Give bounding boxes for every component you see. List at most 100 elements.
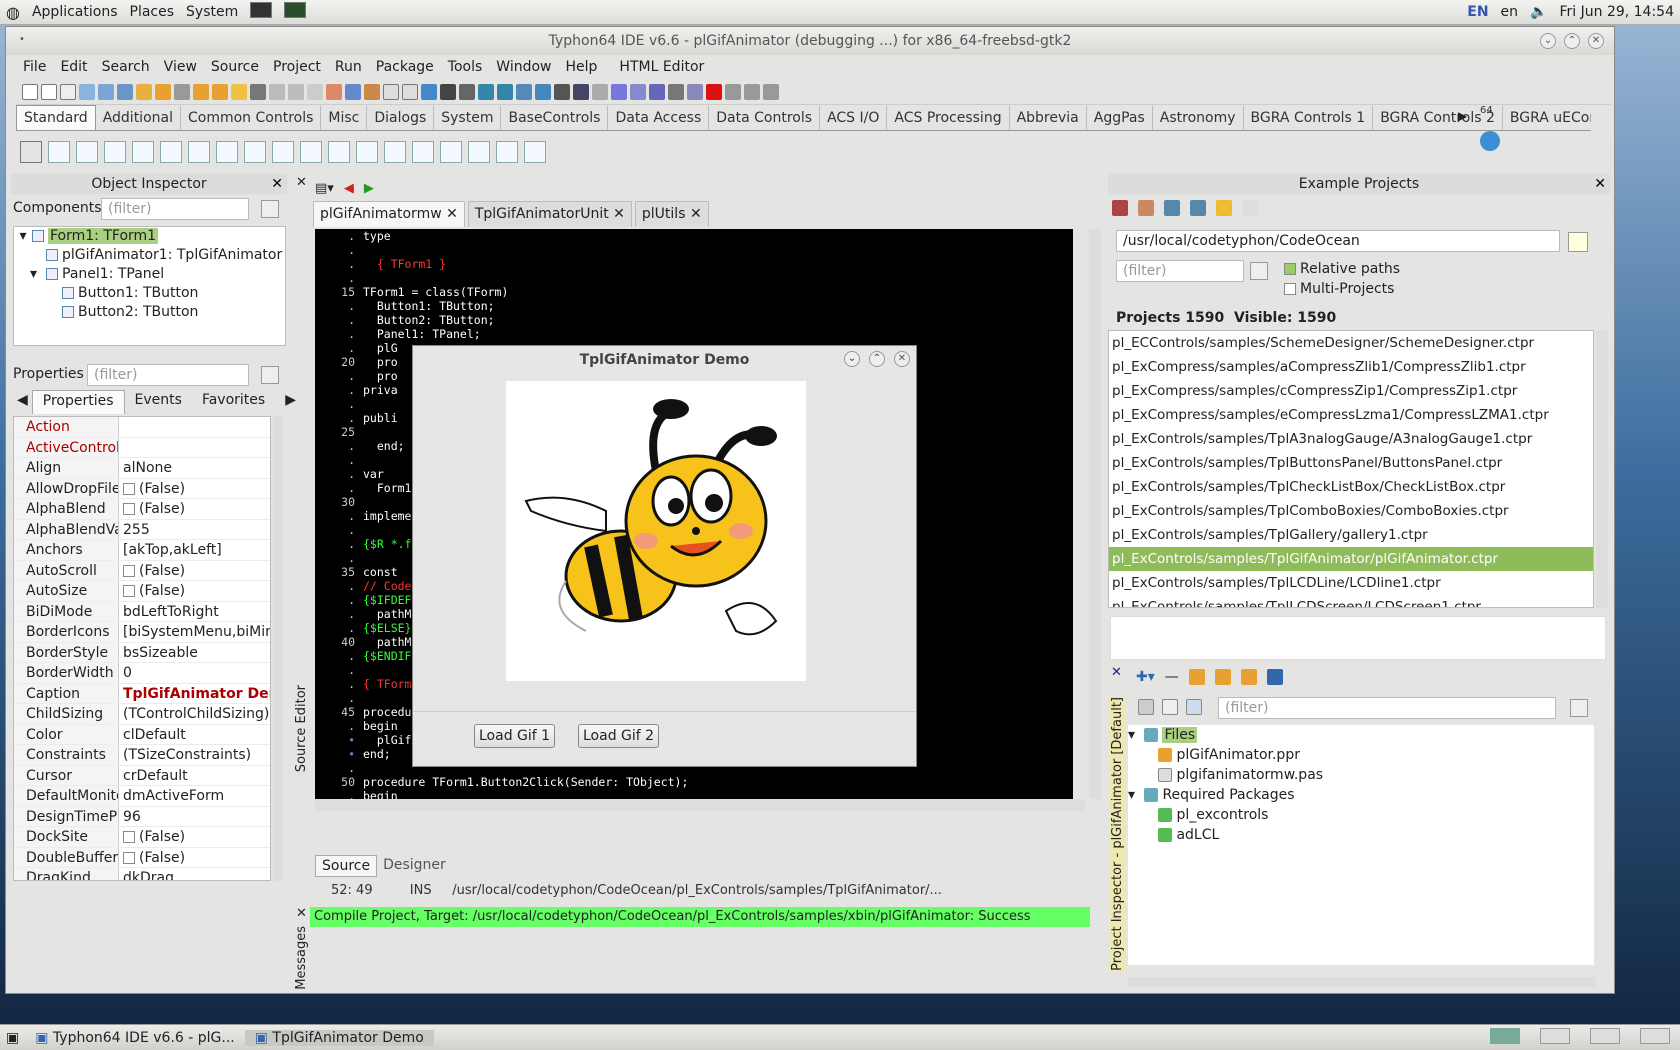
build-icon[interactable]: [1138, 200, 1154, 216]
components-filter-input[interactable]: (filter): [101, 198, 249, 220]
editor-vscrollbar[interactable]: [1089, 229, 1101, 799]
workspace-3[interactable]: [1580, 1027, 1630, 1048]
menu-tools[interactable]: Tools: [441, 59, 490, 75]
property-row[interactable]: DefaultMonito dmActiveForm: [14, 786, 270, 807]
editor-tab-plutils[interactable]: plUtils ✕: [634, 201, 709, 227]
find-icon[interactable]: [79, 83, 95, 100]
watches-icon[interactable]: [497, 83, 513, 100]
close-icon[interactable]: ✕: [296, 906, 307, 921]
property-row[interactable]: BorderIcons [biSystemMenu,biMini: [14, 622, 270, 643]
palette-tab-abbrevia[interactable]: Abbrevia: [1010, 106, 1087, 130]
example-project-item[interactable]: pl_ExCompress/samples/eCompressLzma1/Com…: [1109, 403, 1593, 427]
places-menu[interactable]: Places: [124, 4, 181, 20]
close-icon[interactable]: ✕: [1111, 665, 1122, 680]
palette-tab-basecontrols[interactable]: BaseControls: [501, 106, 609, 130]
property-value[interactable]: alNone: [119, 458, 270, 478]
property-row[interactable]: DesignTimePP 96: [14, 806, 270, 827]
tree-view-icon[interactable]: [1162, 699, 1178, 715]
close-file-icon[interactable]: [307, 83, 323, 100]
clear-filter-icon[interactable]: [261, 366, 279, 384]
examples-filter-input[interactable]: (filter): [1116, 260, 1244, 282]
tabs-scroll-left-icon[interactable]: ◀: [13, 390, 32, 414]
compile-package-icon[interactable]: [1188, 669, 1205, 685]
show-desktop-icon[interactable]: ▣: [0, 1030, 25, 1046]
checkbox-unchecked[interactable]: [123, 503, 135, 515]
lightbulb-icon[interactable]: [1242, 200, 1258, 216]
palette-scroll-right-icon[interactable]: ▶: [1458, 109, 1467, 123]
property-value[interactable]: [akTop,akLeft]: [119, 540, 270, 560]
tree-node-adlcl[interactable]: adLCL: [1128, 825, 1594, 845]
window-titlebar[interactable]: Typhon64 IDE v6.6 - plGifAnimator (debug…: [6, 27, 1614, 55]
keyboard-layout[interactable]: EN: [1461, 4, 1494, 20]
checkbox-unchecked[interactable]: [123, 564, 135, 577]
property-row[interactable]: DragKind dkDrag: [14, 868, 270, 880]
property-value[interactable]: (False): [119, 827, 270, 847]
clear-filter-icon[interactable]: [1570, 699, 1588, 717]
step-into-icon[interactable]: [725, 83, 741, 100]
tree-node-plgifanimator-ppr[interactable]: plGifAnimator.ppr: [1128, 745, 1594, 765]
property-row[interactable]: Color clDefault: [14, 724, 270, 745]
projects-list-scrollbar[interactable]: [1596, 330, 1608, 608]
open-folder-icon[interactable]: [1216, 200, 1232, 216]
workspace-4[interactable]: [1630, 1027, 1680, 1048]
menu-package[interactable]: Package: [369, 59, 441, 75]
jump-back-icon[interactable]: ◀: [344, 181, 354, 196]
example-project-item[interactable]: pl_ExCompress/samples/aCompressZlib1/Com…: [1109, 355, 1593, 379]
property-row[interactable]: AutoSize (False): [14, 581, 270, 602]
menu-file[interactable]: File: [16, 59, 53, 75]
tools-icon[interactable]: [554, 83, 570, 100]
relative-paths-checkbox[interactable]: Relative paths: [1284, 261, 1400, 277]
close-icon[interactable]: ✕: [271, 174, 283, 194]
clock[interactable]: Fri Jun 29, 14:54: [1553, 4, 1680, 20]
selection-pointer-icon[interactable]: [20, 141, 42, 163]
tbutton-icon[interactable]: [104, 141, 126, 163]
palette-tab-bgra-controls-1[interactable]: BGRA Controls 1: [1244, 106, 1374, 130]
property-row[interactable]: ChildSizing (TControlChildSizing): [14, 704, 270, 725]
property-value[interactable]: (TSizeConstraints): [119, 745, 270, 765]
inspect-icon[interactable]: [478, 83, 494, 100]
toggle-form-icon[interactable]: [345, 83, 361, 100]
tlabel-icon[interactable]: [132, 141, 154, 163]
close-tab-icon[interactable]: ✕: [613, 206, 625, 222]
find-next-icon[interactable]: [98, 83, 114, 100]
step-out-icon[interactable]: [763, 83, 779, 100]
property-value[interactable]: (False): [119, 479, 270, 499]
run-params-icon[interactable]: [668, 83, 684, 100]
tcheckgroup-icon[interactable]: [440, 141, 462, 163]
menu-html-editor[interactable]: HTML Editor: [612, 59, 711, 75]
tab-source[interactable]: Source: [315, 855, 378, 877]
workspace-2[interactable]: [1530, 1027, 1580, 1048]
list-icon[interactable]: [1266, 669, 1283, 685]
package-more-icon[interactable]: [1240, 669, 1257, 685]
lamp-icon[interactable]: [231, 83, 247, 100]
property-row[interactable]: ActiveControl: [14, 437, 270, 458]
show-directories-icon[interactable]: [1138, 699, 1154, 715]
property-row[interactable]: AutoScroll (False): [14, 560, 270, 581]
property-value[interactable]: dmActiveForm: [119, 786, 270, 806]
terminal-icon[interactable]: [244, 2, 278, 22]
property-value[interactable]: bsSizeable: [119, 643, 270, 663]
tree-node-pl-excontrols[interactable]: pl_excontrols: [1128, 805, 1594, 825]
property-row[interactable]: Anchors [akTop,akLeft]: [14, 540, 270, 561]
close-tab-icon[interactable]: ✕: [446, 206, 458, 222]
remove-icon[interactable]: —: [1165, 669, 1179, 685]
property-value[interactable]: 0: [119, 663, 270, 683]
property-row[interactable]: BorderStyle bsSizeable: [14, 642, 270, 663]
property-value[interactable]: bdLeftToRight: [119, 602, 270, 622]
property-row[interactable]: Caption TplGifAnimator Den: [14, 683, 270, 704]
demo-titlebar[interactable]: TplGifAnimator Demo ⌄ ⌃ ✕: [413, 346, 916, 374]
property-value[interactable]: [biSystemMenu,biMini: [119, 622, 270, 642]
load-gif-2-button[interactable]: Load Gif 2: [578, 724, 660, 748]
property-row[interactable]: BiDiMode bdLeftToRight: [14, 601, 270, 622]
tpanel-icon[interactable]: [468, 141, 490, 163]
input-language[interactable]: en: [1495, 4, 1525, 20]
tree-node-plgifanimatormw-pas[interactable]: plgifanimatormw.pas: [1128, 765, 1594, 785]
property-value[interactable]: 255: [119, 520, 270, 540]
tradiobutton-icon[interactable]: [272, 141, 294, 163]
property-value[interactable]: [119, 417, 270, 437]
checkbox-unchecked[interactable]: [123, 851, 135, 864]
tcheckbox-icon[interactable]: [244, 141, 266, 163]
replace-icon[interactable]: [117, 83, 133, 100]
palette-tab-common-controls[interactable]: Common Controls: [181, 106, 322, 130]
tree-node-form1[interactable]: ▾ Form1: TForm1: [14, 227, 285, 246]
